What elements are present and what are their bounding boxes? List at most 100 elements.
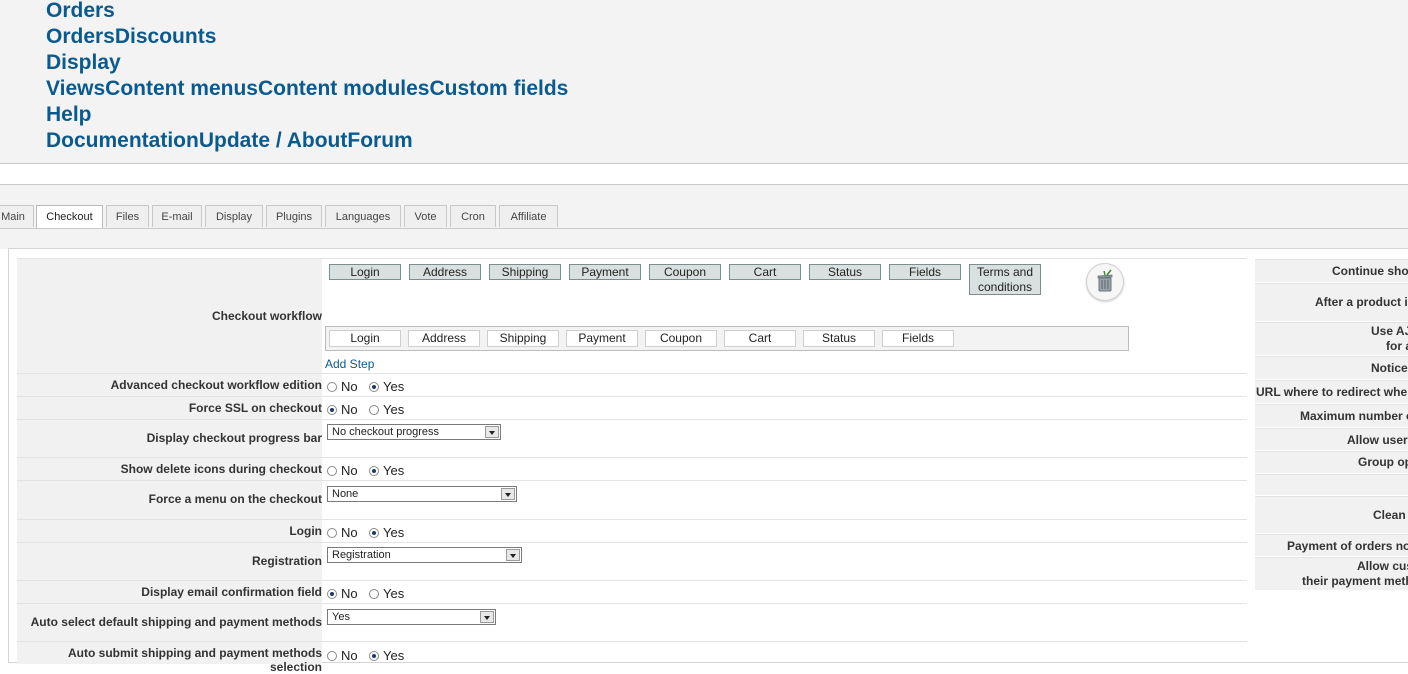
select-value: None — [332, 488, 359, 500]
delete-icons-yes[interactable]: Yes — [369, 463, 404, 478]
radio-selected-icon — [369, 650, 379, 661]
auto-submit-label: Auto submit shipping and payment methods… — [17, 642, 322, 674]
pool-step-shipping[interactable]: Shipping — [487, 330, 559, 347]
row-force-menu: Force a menu on the checkout None — [17, 480, 1247, 519]
tab-cron[interactable]: Cron — [450, 205, 496, 227]
advanced-workflow-no[interactable]: No — [327, 379, 358, 394]
right-row-notice: Notice p — [1255, 356, 1408, 379]
row-advanced-workflow: Advanced checkout workflow edition No Ye… — [17, 373, 1247, 396]
radio-selected-icon — [369, 527, 379, 538]
chevron-down-icon — [506, 549, 520, 561]
radio-selected-icon — [327, 404, 337, 415]
auto-select-select[interactable]: Yes — [327, 609, 496, 625]
force-menu-select[interactable]: None — [327, 486, 517, 502]
checkout-workflow-label: Checkout workflow — [17, 259, 322, 373]
tab-checkout[interactable]: Checkout — [36, 205, 103, 229]
pool-step-status[interactable]: Status — [803, 330, 875, 347]
email-confirm-no[interactable]: No — [327, 586, 358, 601]
pool-step-payment[interactable]: Payment — [566, 330, 638, 347]
workflow-step-login[interactable]: Login — [329, 264, 401, 280]
radio-icon — [327, 465, 337, 476]
workflow-step-payment[interactable]: Payment — [569, 264, 641, 280]
advanced-workflow-label: Advanced checkout workflow edition — [17, 374, 322, 396]
auto-submit-no[interactable]: No — [327, 648, 358, 663]
row-registration: Registration Registration — [17, 542, 1247, 580]
right-row-after-product: After a product is — [1255, 283, 1408, 321]
delete-icons-no[interactable]: No — [327, 463, 358, 478]
tab-languages[interactable]: Languages — [325, 205, 401, 227]
row-force-ssl: Force SSL on checkout No Yes — [17, 396, 1247, 419]
login-yes[interactable]: Yes — [369, 525, 404, 540]
radio-selected-icon — [369, 465, 379, 476]
right-row-redirect-url: URL where to redirect whe — [1255, 380, 1408, 403]
advanced-workflow-yes[interactable]: Yes — [369, 379, 404, 394]
row-auto-select: Auto select default shipping and payment… — [17, 603, 1247, 641]
tab-files[interactable]: Files — [106, 205, 149, 227]
force-menu-label: Force a menu on the checkout — [17, 481, 322, 519]
auto-submit-yes[interactable]: Yes — [369, 648, 404, 663]
radio-label: No — [341, 379, 358, 394]
email-confirm-yes[interactable]: Yes — [369, 586, 404, 601]
workflow-step-coupon[interactable]: Coupon — [649, 264, 721, 280]
force-ssl-no[interactable]: No — [327, 402, 358, 417]
right-row-blank — [1255, 474, 1408, 495]
right-row-continue-shopping: Continue shop — [1255, 259, 1408, 282]
select-value: No checkout progress — [332, 426, 439, 438]
radio-selected-icon — [369, 381, 379, 392]
login-no[interactable]: No — [327, 525, 358, 540]
workflow-step-address[interactable]: Address — [409, 264, 481, 280]
pool-step-cart[interactable]: Cart — [724, 330, 796, 347]
toolbar-strip — [0, 164, 1408, 185]
trash-icon[interactable] — [1086, 263, 1124, 301]
workflow-step-status[interactable]: Status — [809, 264, 881, 280]
workflow-step-fields[interactable]: Fields — [889, 264, 961, 280]
tab-plugins[interactable]: Plugins — [266, 205, 322, 227]
registration-select[interactable]: Registration — [327, 547, 522, 563]
pool-step-login[interactable]: Login — [329, 330, 401, 347]
tab-affiliate[interactable]: Affiliate — [499, 205, 558, 227]
radio-label: No — [341, 586, 358, 601]
radio-icon — [327, 650, 337, 661]
tab-divider — [0, 228, 1408, 229]
select-value: Yes — [332, 611, 350, 623]
terms-line-2: conditions — [977, 280, 1033, 294]
tab-email[interactable]: E-mail — [152, 205, 202, 227]
radio-label: Yes — [383, 402, 405, 417]
right-row-clean: Clean — [1255, 496, 1408, 533]
top-menu: Orders OrdersDiscounts Display ViewsCont… — [0, 0, 1408, 164]
right-row-allow-customers: Allow cus their payment meth — [1255, 557, 1408, 590]
row-email-confirm: Display email confirmation field No Yes — [17, 580, 1247, 603]
row-delete-icons: Show delete icons during checkout No Yes — [17, 457, 1247, 480]
force-ssl-label: Force SSL on checkout — [17, 397, 322, 419]
row-auto-submit: Auto submit shipping and payment methods… — [17, 641, 1247, 674]
row-progress-bar: Display checkout progress bar No checkou… — [17, 419, 1247, 457]
tab-main[interactable]: Main — [0, 205, 34, 227]
radio-label: No — [341, 648, 358, 663]
workflow-step-terms[interactable]: Terms and conditions — [969, 264, 1041, 295]
workflow-step-cart[interactable]: Cart — [729, 264, 801, 280]
pool-step-fields[interactable]: Fields — [882, 330, 954, 347]
radio-icon — [369, 404, 379, 415]
terms-line-1: Terms and — [976, 265, 1034, 279]
force-ssl-yes[interactable]: Yes — [369, 402, 404, 417]
right-row-payment-orders: Payment of orders no — [1255, 534, 1408, 556]
menu-help-items[interactable]: DocumentationUpdate / AboutForum — [46, 128, 413, 154]
pool-step-address[interactable]: Address — [408, 330, 480, 347]
workflow-step-shipping[interactable]: Shipping — [489, 264, 561, 280]
trash-icon-graphic — [1097, 269, 1113, 292]
progress-bar-select[interactable]: No checkout progress — [327, 424, 501, 440]
menu-display[interactable]: Display — [46, 50, 121, 76]
radio-label: Yes — [383, 525, 405, 540]
add-step-link[interactable]: Add Step — [325, 357, 374, 371]
tab-vote[interactable]: Vote — [404, 205, 447, 227]
menu-display-items[interactable]: ViewsContent menusContent modulesCustom … — [46, 76, 568, 102]
menu-help[interactable]: Help — [46, 102, 92, 128]
chevron-down-icon — [501, 488, 515, 500]
right-row-max-number: Maximum number o — [1255, 404, 1408, 427]
pool-step-coupon[interactable]: Coupon — [645, 330, 717, 347]
menu-orders[interactable]: Orders — [46, 0, 115, 24]
radio-label: Yes — [383, 648, 405, 663]
radio-icon — [327, 381, 337, 392]
tab-display[interactable]: Display — [205, 205, 263, 227]
menu-orders-discounts[interactable]: OrdersDiscounts — [46, 24, 216, 50]
